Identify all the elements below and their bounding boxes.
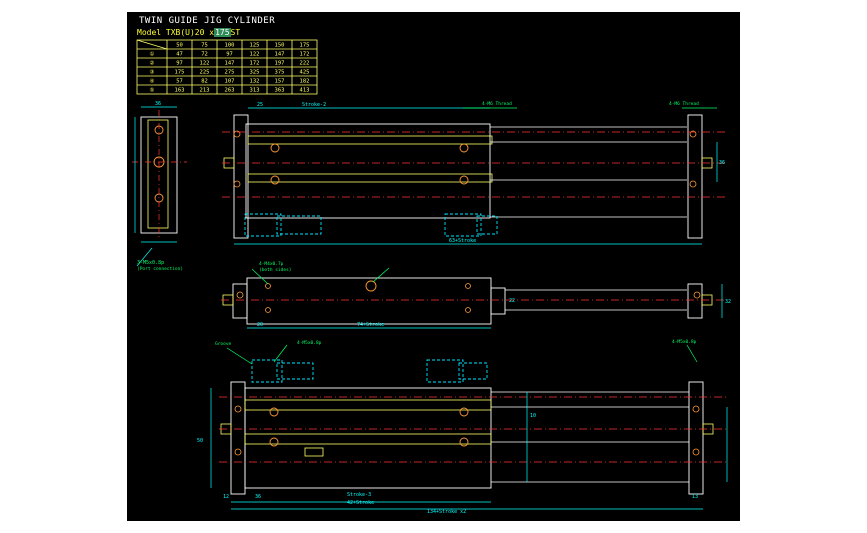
table-header-cell: 100: [225, 43, 235, 49]
table-cell: 313: [250, 88, 260, 94]
groove-label: Groove: [215, 341, 232, 347]
table-cell: 413: [300, 88, 310, 94]
mid-dim-32: 32: [725, 299, 731, 305]
table-cell: 97: [176, 61, 183, 67]
table-cell: 425: [300, 70, 310, 76]
table-cell: 147: [275, 52, 285, 58]
top-dim-25: 25: [257, 102, 263, 108]
end-view-width: 36: [155, 101, 161, 107]
bottom-dim-50: 50: [197, 438, 203, 444]
table-cell: 222: [300, 61, 310, 67]
bottom-stroke-dim: Stroke-3: [347, 492, 371, 498]
table-header-cell: 125: [250, 43, 260, 49]
port-note: (Port connection): [137, 266, 183, 272]
mid-tap-note: (both sides): [259, 267, 292, 273]
side-view: 4-M4x0.7p (both sides) 74+Stroke 20 32 2…: [221, 261, 731, 329]
table-cell: 375: [275, 70, 285, 76]
top-dim-36: 36: [719, 160, 725, 166]
table-cell: 107: [225, 79, 235, 85]
cad-drawing: 50 75 100 125 150 175 ① 47 72 97 122 147 172 ② 97 122 14…: [132, 39, 731, 515]
top-stroke-dim: Stroke-2: [302, 102, 326, 108]
table-cell: 163: [175, 88, 185, 94]
table-cell: 82: [201, 79, 208, 85]
table-cell: 132: [250, 79, 260, 85]
rod-screw-label-right: 4-M6 Thread: [669, 101, 699, 107]
mid-length-dim: 74+Stroke: [357, 322, 384, 328]
table-cell: 122: [250, 52, 260, 58]
bottom-left-label: 4-M5x0.8p: [297, 340, 322, 346]
table-header-cell: 75: [201, 43, 208, 49]
table-cell: 72: [201, 52, 208, 58]
table-cell: 325: [250, 70, 260, 76]
table-cell: 263: [225, 88, 235, 94]
table-header-cell: 175: [300, 43, 310, 49]
table-cell: 213: [200, 88, 210, 94]
bottom-right-label: 4-M5x0.8p: [672, 339, 697, 345]
stroke-table-text: 50 75 100 125 150 175 ① 47 72 97 122 147 172 ② 97 122 14…: [150, 43, 310, 94]
mid-dim-20: 20: [257, 322, 263, 328]
table-cell: 57: [176, 79, 183, 85]
table-cell: 197: [275, 61, 285, 67]
table-row-symbol: ①: [150, 51, 155, 58]
rod-screw-label: 4-M6 Thread: [482, 101, 512, 107]
bottom-total-dim: 134+Stroke x2: [427, 509, 466, 515]
table-cell: 172: [300, 52, 310, 58]
bottom-dim-36: 36: [255, 494, 261, 500]
top-view: Stroke-2 25 4-M6 Thread 4-M6 Thread 63+S…: [222, 101, 727, 245]
table-row-symbol: ④: [150, 78, 155, 85]
table-row-symbol: ⑤: [150, 87, 155, 94]
bottom-dim-13: 13: [692, 494, 698, 500]
end-view: 3-M5x0.8p (Port connection) 36: [132, 101, 187, 272]
table-cell: 275: [225, 70, 235, 76]
dim-63-stroke: 63+Stroke: [449, 238, 476, 244]
cad-canvas: TWIN GUIDE JIG CYLINDER Model TXB(U)20 x…: [127, 12, 740, 521]
table-row-symbol: ③: [150, 69, 155, 76]
mid-tap-label: 4-M4x0.7p: [259, 261, 284, 267]
table-cell: 363: [275, 88, 285, 94]
table-cell: 157: [275, 79, 285, 85]
table-cell: 225: [200, 70, 210, 76]
table-header-cell: 150: [275, 43, 285, 49]
table-header-cell: 50: [176, 43, 183, 49]
bottom-view: 4-M5x0.8p 4-M5x0.8p Groove Stroke-3 42+S…: [197, 339, 728, 515]
table-cell: 122: [200, 61, 210, 67]
table-row-symbol: ②: [150, 60, 155, 67]
bottom-dim-12: 12: [223, 494, 229, 500]
table-cell: 147: [225, 61, 235, 67]
table-cell: 182: [300, 79, 310, 85]
mid-dim-22: 22: [509, 298, 515, 304]
port-label: 3-M5x0.8p: [137, 260, 164, 266]
bottom-42-dim: 42+Stroke: [347, 500, 374, 506]
table-cell: 47: [176, 52, 183, 58]
table-cell: 172: [250, 61, 260, 67]
table-cell: 97: [226, 52, 233, 58]
table-cell: 175: [175, 70, 185, 76]
bottom-dim-10: 10: [530, 413, 536, 419]
